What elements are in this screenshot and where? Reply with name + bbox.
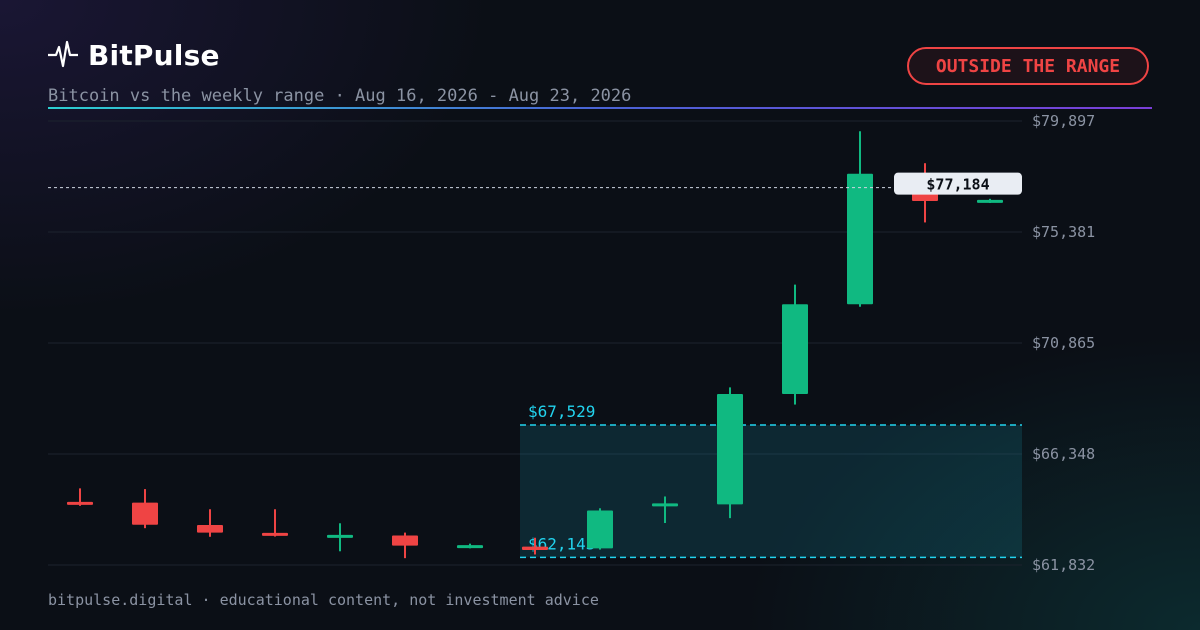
y-tick-label: $66,348 bbox=[1032, 445, 1095, 463]
y-tick-label: $70,865 bbox=[1032, 334, 1095, 352]
candle-body bbox=[522, 546, 548, 551]
current-price-label: $77,184 bbox=[926, 176, 989, 194]
candle-body bbox=[262, 532, 288, 536]
candle-body bbox=[717, 393, 743, 505]
candle bbox=[782, 284, 808, 405]
candle bbox=[457, 543, 483, 549]
candle-body bbox=[847, 173, 873, 305]
candle bbox=[132, 489, 158, 529]
y-tick-label: $61,832 bbox=[1032, 556, 1095, 574]
footer-disclaimer: bitpulse.digital · educational content, … bbox=[48, 591, 599, 609]
candle bbox=[587, 508, 613, 550]
candle bbox=[717, 387, 743, 519]
candle-body bbox=[457, 545, 483, 549]
candle bbox=[392, 532, 418, 559]
candle-body bbox=[782, 304, 808, 394]
axis-layer: $79,897 $75,381 $70,865 $66,348 $61,832 bbox=[1032, 112, 1095, 574]
candle-body bbox=[587, 510, 613, 549]
candle-body bbox=[197, 524, 223, 533]
candle-body bbox=[132, 502, 158, 525]
candle bbox=[977, 198, 1003, 204]
candle bbox=[262, 509, 288, 537]
range-upper-label: $67,529 bbox=[528, 402, 595, 421]
candlestick-chart: $67,529 $62,143 $77,184 $79,897 $75,381 $70… bbox=[48, 112, 1095, 574]
candle-body bbox=[67, 501, 93, 505]
candle-body bbox=[652, 503, 678, 507]
candle bbox=[327, 523, 353, 552]
candle-body bbox=[977, 199, 1003, 203]
candle-body bbox=[392, 535, 418, 546]
y-tick-label: $79,897 bbox=[1032, 112, 1095, 130]
y-tick-label: $75,381 bbox=[1032, 223, 1095, 241]
candle-body bbox=[327, 534, 353, 538]
price-layer: $77,184 bbox=[48, 172, 1022, 195]
candle bbox=[847, 131, 873, 307]
candle bbox=[197, 509, 223, 537]
range-lower-label: $62,143 bbox=[528, 534, 595, 553]
candle bbox=[67, 488, 93, 506]
